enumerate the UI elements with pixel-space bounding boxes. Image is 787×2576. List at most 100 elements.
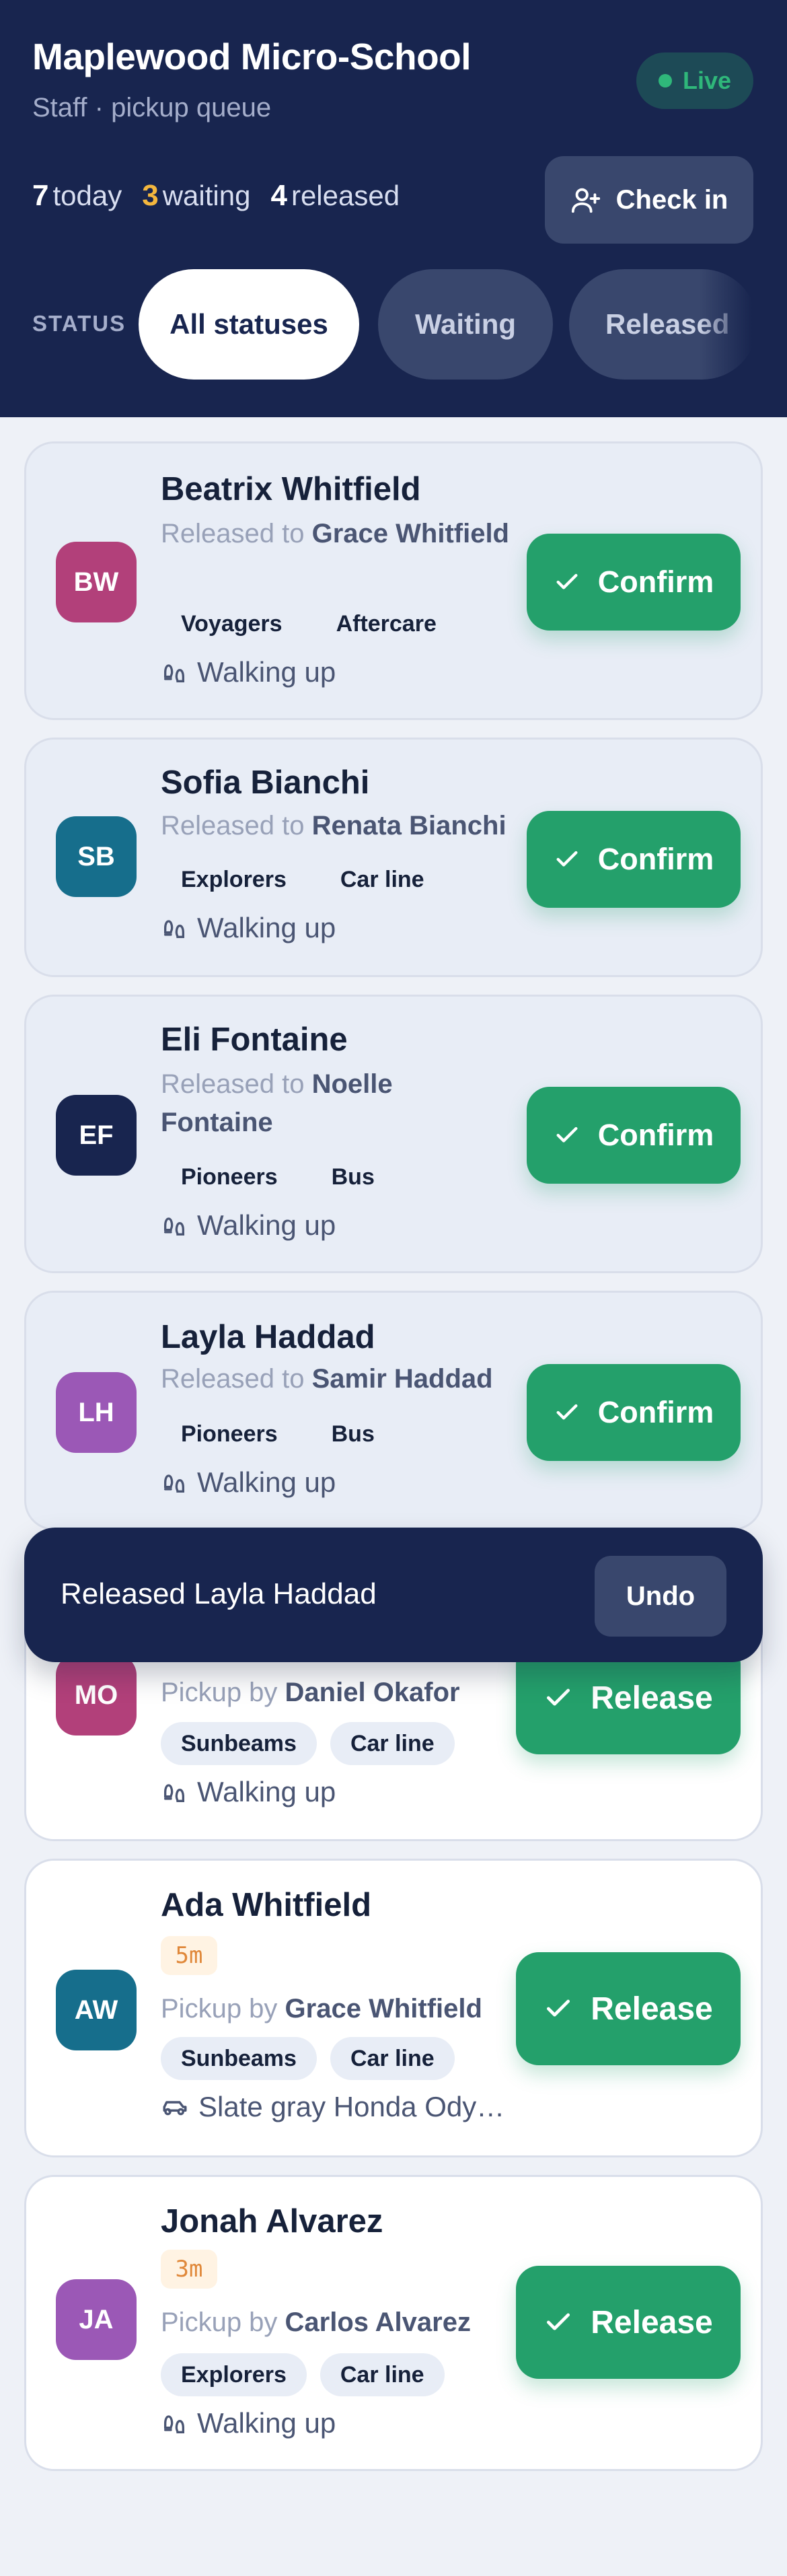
- arrival-status: Slate gray Honda Ody…: [161, 2091, 511, 2123]
- footprints-icon: [164, 664, 184, 682]
- tag-list: Sunbeams Car line: [161, 1722, 455, 1765]
- count-waiting-label: waiting: [162, 180, 251, 211]
- count-released-number: 4: [270, 179, 287, 212]
- live-dot-icon: [658, 74, 672, 87]
- pickup-info: Pickup by Daniel Okafor: [161, 1674, 524, 1712]
- arrival-label: Slate gray Honda Ody…: [198, 2091, 505, 2122]
- class-tag: Sunbeams: [161, 1722, 317, 1765]
- avatar: EF: [56, 1095, 137, 1176]
- release-button[interactable]: Release: [516, 2266, 741, 2379]
- queue-card: AW Ada Whitfield 5m Pickup by Grace Whit…: [24, 1859, 763, 2157]
- guardian-name: Daniel Okafor: [285, 1678, 460, 1707]
- check-icon: [556, 1126, 578, 1143]
- student-name: Beatrix Whitfield: [161, 471, 421, 507]
- release-button[interactable]: Release: [516, 1952, 741, 2065]
- arrival-status: Walking up: [161, 656, 511, 688]
- method-tag: Car line: [330, 2037, 455, 2080]
- check-icon: [556, 1404, 578, 1420]
- filter-chip-all[interactable]: All statuses: [139, 269, 359, 380]
- confirm-label: Confirm: [597, 565, 714, 599]
- check-icon: [547, 2313, 570, 2330]
- tag-list: Pioneers Bus: [161, 1412, 395, 1456]
- class-tag: Sunbeams: [161, 2037, 317, 2080]
- method-tag: Car line: [330, 1722, 455, 1765]
- student-name: Ada Whitfield: [161, 1887, 372, 1923]
- check-icon: [556, 851, 578, 867]
- confirm-label: Confirm: [597, 1118, 714, 1152]
- confirm-button[interactable]: Confirm: [527, 1087, 741, 1184]
- filter-chip-waiting[interactable]: Waiting: [378, 269, 553, 380]
- arrival-label: Walking up: [197, 912, 336, 943]
- confirm-button[interactable]: Confirm: [527, 1364, 741, 1461]
- live-label: Live: [682, 67, 732, 94]
- queue-card: JA Jonah Alvarez 3m Pickup by Carlos Alv…: [24, 2175, 763, 2471]
- undo-button[interactable]: Undo: [595, 1556, 726, 1637]
- arrival-status: Walking up: [161, 912, 511, 944]
- status-filter-label: STATUS: [32, 311, 126, 336]
- footprints-icon: [164, 1784, 184, 1802]
- queue-card: LH Layla Haddad Released to Samir Haddad…: [24, 1291, 763, 1530]
- class-tag: Explorers: [181, 866, 287, 892]
- footprints-icon: [164, 920, 184, 938]
- pickup-prefix: Pickup by: [161, 2307, 278, 2337]
- avatar: JA: [56, 2279, 137, 2360]
- queue-counts: 7 today 3 waiting 4 released: [32, 179, 400, 213]
- release-info: Released to Samir Haddad: [161, 1360, 524, 1398]
- arrival-label: Walking up: [197, 2407, 336, 2439]
- tag-list: Explorers Car line: [161, 858, 445, 901]
- release-prefix: Released to: [161, 811, 305, 840]
- release-prefix: Released to: [161, 1364, 305, 1394]
- student-name: Jonah Alvarez: [161, 2203, 383, 2240]
- student-name: Eli Fontaine: [161, 1022, 348, 1058]
- avatar: LH: [56, 1372, 137, 1453]
- arrival-status: Walking up: [161, 1776, 511, 1808]
- check-icon: [556, 573, 578, 589]
- pickup-info: Pickup by Carlos Alvarez: [161, 2303, 524, 2342]
- release-label: Release: [591, 2304, 713, 2340]
- check-in-button[interactable]: Check in: [545, 156, 753, 244]
- footprints-icon: [164, 1474, 184, 1493]
- count-waiting: 3 waiting: [142, 179, 250, 213]
- check-icon: [547, 1999, 570, 2017]
- tag-list: Sunbeams Car line: [161, 2037, 455, 2080]
- class-tag: Pioneers: [181, 1164, 278, 1190]
- eta-badge: 5m: [161, 1936, 217, 1975]
- arrival-status: Walking up: [161, 2407, 511, 2439]
- count-waiting-number: 3: [142, 179, 159, 212]
- class-tag: Explorers: [161, 2353, 307, 2396]
- check-in-label: Check in: [615, 184, 728, 215]
- release-info: Released to Renata Bianchi: [161, 807, 524, 845]
- chip-scroll-fade: [700, 269, 787, 380]
- count-today: 7 today: [32, 179, 122, 213]
- app-subtitle: Staff · pickup queue: [32, 93, 272, 122]
- pickup-info: Pickup by Grace Whitfield: [161, 1990, 524, 2028]
- guardian-name: Grace Whitfield: [285, 1994, 482, 2024]
- queue-card: BW Beatrix Whitfield Released to Grace W…: [24, 441, 763, 720]
- arrival-label: Walking up: [197, 656, 336, 688]
- count-released-label: released: [291, 180, 400, 211]
- release-label: Release: [591, 1991, 713, 2027]
- student-name: Sofia Bianchi: [161, 764, 370, 801]
- arrival-label: Walking up: [197, 1209, 336, 1241]
- release-info: Released to Noelle Fontaine: [161, 1065, 511, 1142]
- count-today-label: today: [52, 180, 122, 211]
- arrival-label: Walking up: [197, 1466, 336, 1498]
- queue-card: EF Eli Fontaine Released to Noelle Fonta…: [24, 995, 763, 1273]
- eta-badge: 3m: [161, 2250, 217, 2289]
- method-tag: Bus: [331, 1164, 375, 1190]
- class-tag: Pioneers: [181, 1421, 278, 1447]
- confirm-label: Confirm: [597, 1395, 714, 1429]
- release-label: Release: [591, 1680, 713, 1716]
- pickup-prefix: Pickup by: [161, 1678, 278, 1707]
- guardian-name: Grace Whitfield: [311, 519, 509, 548]
- count-today-number: 7: [32, 179, 49, 212]
- footprints-icon: [164, 2415, 184, 2433]
- confirm-button[interactable]: Confirm: [527, 811, 741, 908]
- check-icon: [547, 1688, 570, 1706]
- confirm-button[interactable]: Confirm: [527, 534, 741, 631]
- avatar: AW: [56, 1970, 137, 2050]
- footprints-icon: [164, 1217, 184, 1236]
- student-name: Layla Haddad: [161, 1319, 375, 1355]
- confirm-label: Confirm: [597, 842, 714, 876]
- guardian-name: Renata Bianchi: [311, 811, 507, 840]
